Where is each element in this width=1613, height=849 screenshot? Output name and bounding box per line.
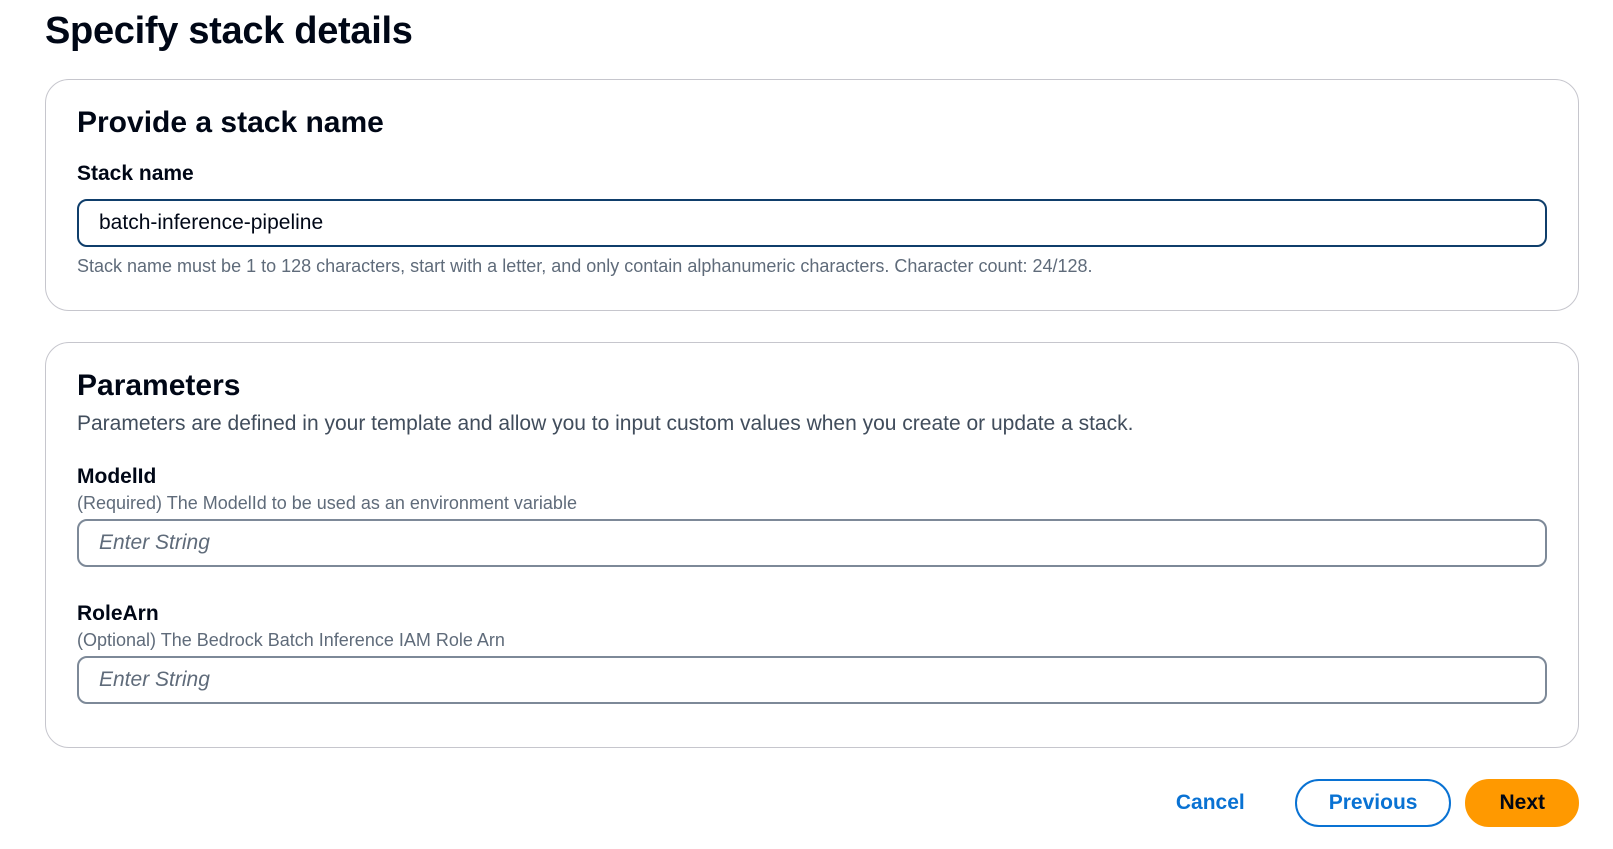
parameters-panel: Parameters Parameters are defined in you… (45, 342, 1579, 748)
wizard-actions: Cancel Previous Next (1140, 778, 1579, 828)
role-arn-description: (Optional) The Bedrock Batch Inference I… (77, 630, 505, 650)
cancel-button[interactable]: Cancel (1140, 791, 1281, 815)
stack-name-label: Stack name (77, 162, 194, 185)
role-arn-label: RoleArn (77, 602, 159, 625)
stack-name-panel: Provide a stack name Stack name Stack na… (45, 79, 1579, 311)
role-arn-input[interactable] (77, 656, 1547, 704)
previous-button[interactable]: Previous (1294, 779, 1452, 827)
next-button[interactable]: Next (1465, 779, 1579, 827)
parameters-description: Parameters are defined in your template … (77, 412, 1134, 435)
page-title: Specify stack details (45, 10, 413, 52)
model-id-label: ModelId (77, 465, 157, 488)
stack-name-input[interactable] (77, 199, 1547, 247)
stack-name-section-title: Provide a stack name (77, 106, 384, 139)
stack-name-constraint-text: Stack name must be 1 to 128 characters, … (77, 256, 1093, 276)
model-id-description: (Required) The ModelId to be used as an … (77, 493, 577, 513)
model-id-input[interactable] (77, 519, 1547, 567)
parameters-section-title: Parameters (77, 369, 241, 402)
